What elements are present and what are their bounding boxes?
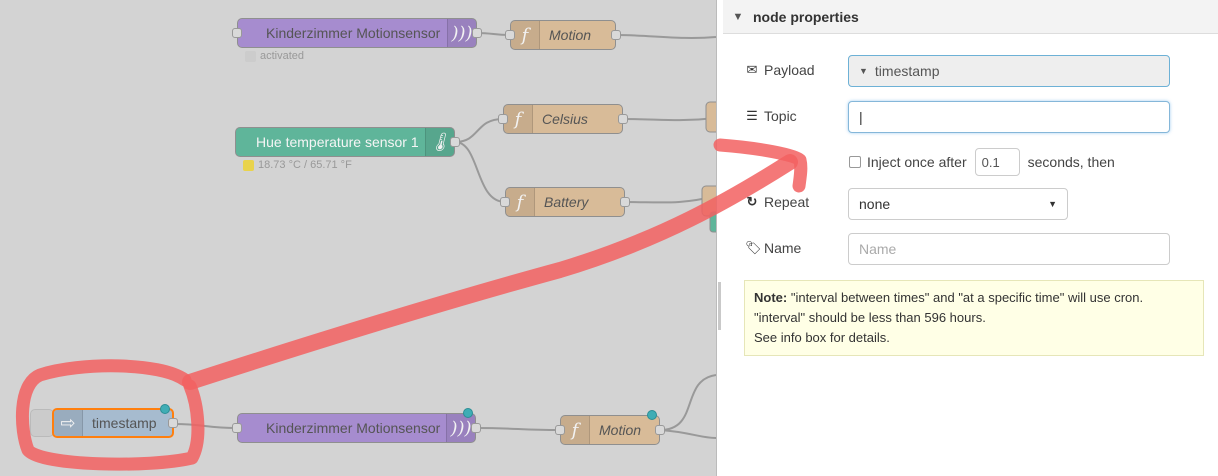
- topic-label-text: Topic: [764, 108, 797, 124]
- status-text: 18.73 °C / 65.71 °F: [258, 159, 352, 171]
- node-label: Battery: [544, 194, 589, 210]
- topic-input[interactable]: |: [848, 101, 1170, 133]
- tag-icon: 🏷: [745, 240, 762, 255]
- inject-delay-input[interactable]: 0.1: [974, 148, 1020, 176]
- wire: [659, 374, 716, 431]
- output-port[interactable]: [472, 28, 482, 38]
- name-label: 🏷 Name: [745, 240, 801, 256]
- node-status: 18.73 °C / 65.71 °F: [243, 159, 352, 171]
- input-port[interactable]: [500, 197, 510, 207]
- section-header[interactable]: ▼ node properties: [723, 0, 1218, 34]
- inject-node[interactable]: ⇨ timestamp: [52, 404, 178, 438]
- name-placeholder: Name: [859, 241, 897, 257]
- status-dot: [243, 159, 254, 171]
- inject-once-checkbox[interactable]: [849, 156, 861, 168]
- flow-canvas[interactable]: Kinderzimmer Motionsensor ))) activated …: [0, 0, 716, 476]
- status-dot: [245, 50, 256, 62]
- output-port[interactable]: [611, 30, 621, 40]
- wire: [622, 117, 716, 122]
- sidebar-resize-handle[interactable]: [718, 282, 721, 330]
- status-text: activated: [260, 50, 305, 62]
- function-icon: f: [561, 416, 590, 444]
- payload-label-text: Payload: [764, 62, 815, 78]
- wire: [173, 423, 238, 429]
- motion-sensor-node[interactable]: Kinderzimmer Motionsensor ))): [232, 408, 481, 443]
- node-label: Motion: [549, 27, 592, 43]
- changed-badge: [647, 410, 657, 420]
- caret-down-icon: ▼: [1048, 199, 1057, 209]
- payload-type-select[interactable]: ▼ timestamp: [848, 55, 1170, 87]
- output-port[interactable]: [620, 197, 630, 207]
- envelope-icon: ✉: [746, 62, 758, 77]
- output-port[interactable]: [471, 423, 481, 433]
- note-box: Note: "interval between times" and "at a…: [744, 280, 1204, 356]
- node-status: activated: [245, 50, 304, 62]
- wire: [454, 141, 506, 203]
- node-label: Motion: [599, 422, 642, 438]
- caret-down-icon: ▼: [859, 66, 868, 76]
- note-line-3: See info box for details.: [754, 330, 890, 345]
- output-port[interactable]: [618, 114, 628, 124]
- inject-once-row: Inject once after 0.1 seconds, then: [849, 148, 1115, 176]
- text-cursor: |: [859, 109, 863, 125]
- payload-value: timestamp: [874, 63, 940, 79]
- output-port[interactable]: [655, 425, 665, 435]
- note-bold: Note:: [754, 290, 788, 305]
- inject-once-label: Inject once after: [867, 154, 967, 170]
- input-port[interactable]: [498, 114, 508, 124]
- repeat-label-text: Repeat: [764, 194, 810, 210]
- topic-label: ☰ Topic: [745, 108, 797, 124]
- note-line-2: "interval" should be less than 596 hours…: [754, 310, 986, 325]
- wire: [615, 34, 716, 39]
- function-node[interactable]: f Motion: [505, 20, 621, 50]
- inject-suffix: seconds, then: [1027, 154, 1115, 170]
- function-icon: f: [504, 105, 533, 133]
- input-port[interactable]: [232, 28, 242, 38]
- partial-node: [705, 101, 716, 133]
- function-node[interactable]: f Celsius: [498, 104, 628, 134]
- input-port[interactable]: [232, 423, 242, 433]
- note-line-1: "interval between times" and "at a speci…: [787, 290, 1144, 305]
- function-node[interactable]: f Battery: [500, 187, 630, 217]
- changed-badge: [160, 404, 170, 414]
- name-label-text: Name: [764, 240, 802, 256]
- arrow-right-icon: ⇨: [54, 410, 83, 436]
- name-input[interactable]: Name: [848, 233, 1170, 265]
- node-label: timestamp: [92, 415, 157, 431]
- repeat-label: ↻ Repeat: [745, 194, 810, 210]
- node-label: Hue temperature sensor 1: [256, 134, 419, 150]
- output-port[interactable]: [450, 137, 460, 147]
- inject-button[interactable]: [30, 409, 54, 437]
- wire: [475, 427, 561, 431]
- temperature-sensor-node[interactable]: Hue temperature sensor 1 🌡: [235, 127, 460, 157]
- flow-wires: [173, 32, 716, 439]
- wire: [659, 429, 716, 439]
- node-properties-section: ▼ node properties ✉ Payload ▼ timestamp …: [723, 0, 1218, 476]
- function-icon: f: [511, 21, 540, 49]
- list-icon: ☰: [746, 108, 758, 123]
- node-label: Kinderzimmer Motionsensor: [266, 25, 441, 41]
- node-label: Celsius: [542, 111, 588, 127]
- repeat-select[interactable]: none ▼: [848, 188, 1068, 220]
- function-icon: f: [506, 188, 535, 216]
- chevron-down-icon: ▼: [732, 10, 744, 23]
- repeat-icon: ↻: [746, 194, 758, 209]
- function-node[interactable]: f Motion: [555, 410, 665, 445]
- input-port[interactable]: [555, 425, 565, 435]
- sidebar-panel: ▼ node properties ✉ Payload ▼ timestamp …: [716, 0, 1218, 476]
- output-port[interactable]: [168, 418, 178, 428]
- node-label: Kinderzimmer Motionsensor: [266, 420, 441, 436]
- payload-label: ✉ Payload: [745, 62, 815, 78]
- input-port[interactable]: [505, 30, 515, 40]
- wire: [454, 118, 504, 143]
- section-title: node properties: [753, 8, 859, 25]
- changed-badge: [463, 408, 473, 418]
- motion-sensor-node[interactable]: Kinderzimmer Motionsensor ))): [232, 18, 482, 48]
- repeat-value: none: [859, 196, 891, 212]
